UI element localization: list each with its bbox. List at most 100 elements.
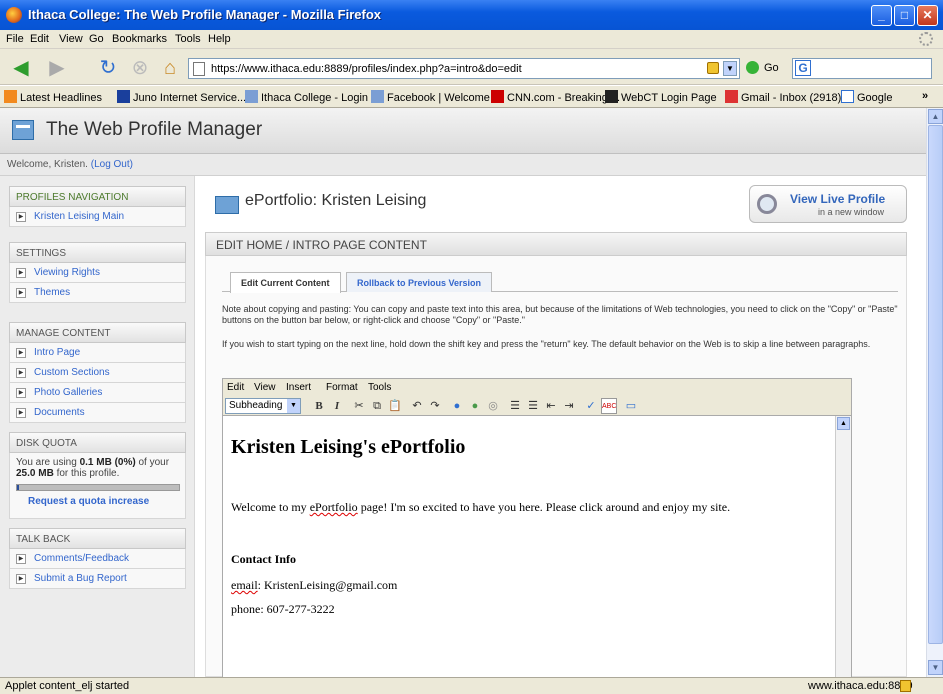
status-domain: www.ithaca.edu:8889 bbox=[808, 680, 913, 692]
editor-text-area[interactable]: Kristen Leising's ePortfolio Welcome to … bbox=[223, 416, 835, 677]
go-icon[interactable] bbox=[746, 61, 759, 74]
bookmark-ithaca-login[interactable]: Ithaca College - Login bbox=[245, 90, 368, 104]
menu-file[interactable]: File bbox=[6, 33, 24, 45]
maximize-button[interactable]: □ bbox=[894, 5, 915, 26]
logout-link[interactable]: (Log Out) bbox=[91, 159, 133, 170]
arrow-icon: ▶ bbox=[16, 288, 26, 298]
search-input[interactable]: G bbox=[792, 58, 932, 79]
site-title: The Web Profile Manager bbox=[46, 119, 263, 140]
status-bar: Applet content_elj started www.ithaca.ed… bbox=[0, 677, 943, 694]
menu-tools[interactable]: Tools bbox=[175, 33, 201, 45]
google-search-icon[interactable]: G bbox=[795, 60, 811, 76]
indent-icon[interactable]: ⇥ bbox=[561, 398, 577, 414]
menu-go[interactable]: Go bbox=[89, 33, 104, 45]
forward-icon[interactable]: ▶ bbox=[42, 56, 72, 80]
bullet-list-icon[interactable]: ☰ bbox=[525, 398, 541, 414]
sidebar-item-comments[interactable]: ▶ Comments/Feedback bbox=[9, 549, 186, 569]
bold-icon[interactable]: B bbox=[311, 398, 327, 414]
view-live-profile-button[interactable]: View Live Profile in a new window bbox=[749, 185, 907, 223]
paste-icon[interactable]: 📋 bbox=[387, 398, 403, 414]
profiles-nav-heading: PROFILES NAVIGATION bbox=[9, 186, 186, 207]
cnn-icon bbox=[491, 90, 504, 103]
undo-icon[interactable]: ↶ bbox=[409, 398, 425, 414]
tab-edit-current[interactable]: Edit Current Content bbox=[230, 272, 341, 293]
arrow-icon: ▶ bbox=[16, 368, 26, 378]
italic-icon[interactable]: I bbox=[329, 398, 345, 414]
quota-used: 0.1 MB (0%) bbox=[79, 457, 136, 468]
editor-menu-format[interactable]: Format bbox=[326, 382, 358, 393]
tab-rollback[interactable]: Rollback to Previous Version bbox=[346, 272, 493, 292]
sidebar-item-main[interactable]: ▶ Kristen Leising Main bbox=[9, 207, 186, 227]
chevron-down-icon: ▼ bbox=[287, 399, 300, 413]
close-button[interactable]: ✕ bbox=[917, 5, 938, 26]
stop-icon[interactable]: ⊗ bbox=[128, 56, 152, 80]
menu-view[interactable]: View bbox=[59, 33, 83, 45]
rich-text-editor: Edit View Insert Format Tools Subheading… bbox=[222, 378, 852, 677]
eportfolio-icon bbox=[215, 196, 239, 214]
throbber-icon bbox=[919, 32, 933, 46]
editor-menu-insert[interactable]: Insert bbox=[286, 382, 311, 393]
minimize-button[interactable]: _ bbox=[871, 5, 892, 26]
page-scrollbar[interactable]: ▲ ▼ bbox=[926, 108, 943, 677]
editor-menu-tools[interactable]: Tools bbox=[368, 382, 391, 393]
bookmark-google[interactable]: Google bbox=[841, 90, 892, 104]
bookmark-webct[interactable]: WebCT Login Page bbox=[605, 90, 717, 104]
talkback-heading: TALK BACK bbox=[9, 528, 186, 549]
sidebar-item-custom-sections[interactable]: ▶ Custom Sections bbox=[9, 363, 186, 383]
editor-heading: Kristen Leising's ePortfolio bbox=[231, 436, 466, 458]
back-icon[interactable]: ◀ bbox=[6, 56, 36, 80]
editor-menu-view[interactable]: View bbox=[254, 382, 276, 393]
image-icon[interactable]: ◎ bbox=[485, 398, 501, 414]
menu-help[interactable]: Help bbox=[208, 33, 231, 45]
bookmark-facebook[interactable]: Facebook | Welcome ... bbox=[371, 90, 502, 104]
firefox-icon bbox=[6, 7, 22, 23]
abc-spelling-icon[interactable]: ABC bbox=[601, 398, 617, 414]
outdent-icon[interactable]: ⇤ bbox=[543, 398, 559, 414]
url-dropdown-icon[interactable]: ▼ bbox=[723, 61, 737, 76]
go-button[interactable]: Go bbox=[764, 62, 779, 74]
magnifier-icon bbox=[757, 194, 777, 214]
sidebar-item-bug-report[interactable]: ▶ Submit a Bug Report bbox=[9, 569, 186, 589]
sidebar-item-photo-galleries[interactable]: ▶ Photo Galleries bbox=[9, 383, 186, 403]
juno-icon bbox=[117, 90, 130, 103]
bookmark-juno[interactable]: Juno Internet Service... bbox=[117, 90, 246, 104]
unlink-icon[interactable]: ● bbox=[467, 398, 483, 414]
editor-menu-edit[interactable]: Edit bbox=[227, 382, 244, 393]
scroll-up-icon[interactable]: ▲ bbox=[837, 417, 850, 430]
copy-icon[interactable]: ⧉ bbox=[369, 398, 385, 414]
scroll-up-icon[interactable]: ▲ bbox=[928, 109, 943, 124]
sidebar-item-intro-page[interactable]: ▶ Intro Page bbox=[9, 343, 186, 363]
reload-icon[interactable]: ↻ bbox=[96, 56, 120, 80]
phone-line: phone: 607-277-3222 bbox=[231, 602, 335, 616]
bookmarks-overflow-icon[interactable]: » bbox=[922, 90, 928, 102]
menu-bookmarks[interactable]: Bookmarks bbox=[112, 33, 167, 45]
quota-total: 25.0 MB bbox=[16, 468, 54, 479]
site-header: The Web Profile Manager bbox=[0, 108, 926, 154]
bookmark-cnn[interactable]: CNN.com - Breaking ... bbox=[491, 90, 620, 104]
url-bar[interactable]: https://www.ithaca.edu:8889/profiles/ind… bbox=[188, 58, 740, 79]
bookmark-gmail[interactable]: Gmail - Inbox (2918) bbox=[725, 90, 841, 104]
redo-icon[interactable]: ↷ bbox=[427, 398, 443, 414]
page-icon bbox=[371, 90, 384, 103]
sidebar: PROFILES NAVIGATION ▶ Kristen Leising Mai… bbox=[0, 176, 195, 677]
style-select[interactable]: Subheading ▼ bbox=[225, 398, 301, 414]
menu-edit[interactable]: Edit bbox=[30, 33, 49, 45]
sidebar-item-documents[interactable]: ▶ Documents bbox=[9, 403, 186, 423]
bookmark-latest-headlines[interactable]: Latest Headlines bbox=[4, 90, 102, 104]
scrollbar-thumb[interactable] bbox=[928, 125, 943, 644]
menu-bar: File Edit View Go Bookmarks Tools Help bbox=[0, 30, 943, 49]
contact-heading: Contact Info bbox=[231, 552, 296, 566]
cut-icon[interactable]: ✂ bbox=[351, 398, 367, 414]
link-icon[interactable]: ● bbox=[449, 398, 465, 414]
home-icon[interactable]: ⌂ bbox=[158, 56, 182, 80]
editor-scrollbar[interactable]: ▲ bbox=[835, 416, 851, 677]
arrow-icon: ▶ bbox=[16, 574, 26, 584]
request-quota-link[interactable]: Request a quota increase bbox=[28, 496, 149, 507]
sidebar-item-viewing-rights[interactable]: ▶ Viewing Rights bbox=[9, 263, 186, 283]
comment-icon[interactable]: ▭ bbox=[623, 398, 639, 414]
spellcheck-icon[interactable]: ✓ bbox=[583, 398, 599, 414]
bookmarks-toolbar: Latest Headlines Juno Internet Service..… bbox=[0, 86, 943, 108]
scroll-down-icon[interactable]: ▼ bbox=[928, 660, 943, 675]
sidebar-item-themes[interactable]: ▶ Themes bbox=[9, 283, 186, 303]
numbered-list-icon[interactable]: ☰ bbox=[507, 398, 523, 414]
